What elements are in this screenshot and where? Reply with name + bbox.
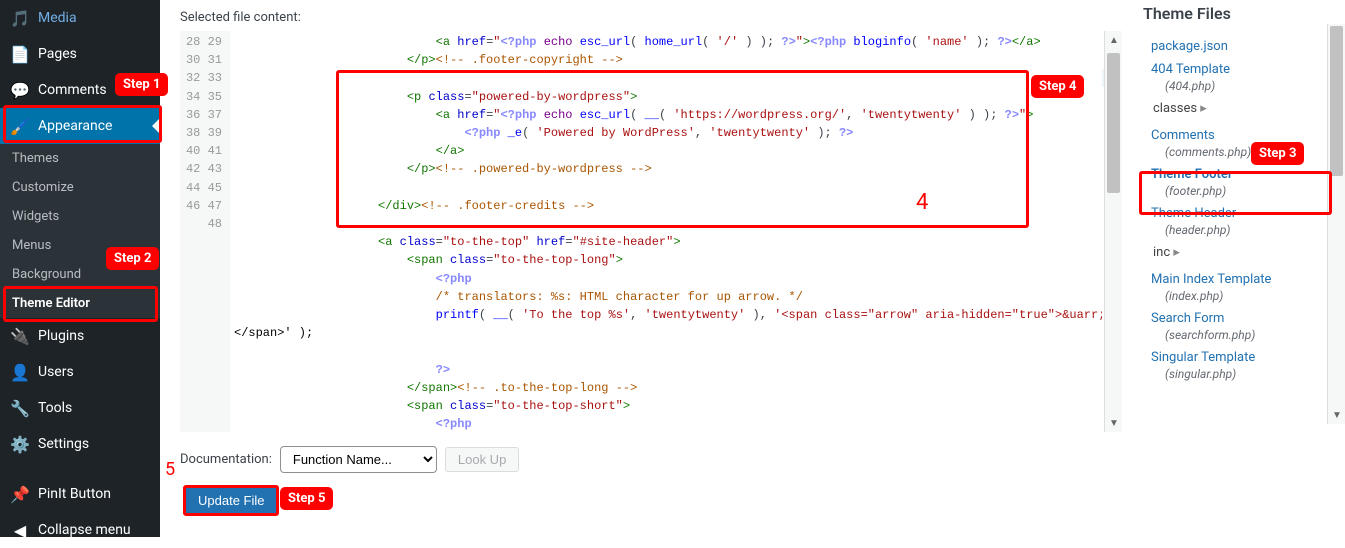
documentation-row: Documentation: Function Name... Look Up: [180, 446, 1115, 473]
editor-scrollbar[interactable]: ▲ ▼: [1104, 31, 1122, 432]
annotation-step5-badge: Step 5: [280, 487, 333, 510]
file-folder[interactable]: classes: [1149, 95, 1345, 122]
sidebar-item-pages[interactable]: 📄 Pages: [0, 36, 160, 72]
annotation-step3-box: [1139, 171, 1332, 215]
sidebar-label: Media: [38, 10, 77, 26]
annotation-step4-badge: Step 4: [1031, 75, 1084, 98]
editor-gutter: 28 29 30 31 32 33 34 35 36 37 38 39 40 4…: [180, 31, 230, 432]
scroll-down-icon[interactable]: ▼: [1105, 414, 1123, 432]
selected-file-label: Selected file content:: [180, 10, 1115, 25]
theme-files-panel: Theme Files package.json404 Template(404…: [1135, 0, 1345, 537]
pages-icon: 📄: [10, 44, 30, 64]
annotation-big-4: 4: [916, 190, 928, 215]
sidebar-collapse[interactable]: ◀ Collapse menu: [0, 512, 160, 548]
file-folder[interactable]: inc: [1149, 239, 1345, 266]
sidebar-label: Pages: [38, 46, 77, 62]
plugins-icon: 🔌: [10, 326, 30, 346]
annotation-step1-box: [3, 105, 162, 143]
pin-icon: 📌: [10, 484, 30, 504]
sidebar-label: Users: [38, 364, 74, 380]
file-item[interactable]: Main Index Template(index.php): [1149, 266, 1345, 305]
sidebar-sub-widgets[interactable]: Widgets: [0, 202, 160, 231]
sidebar-label: Collapse menu: [38, 522, 131, 538]
sidebar-label: Plugins: [38, 328, 84, 344]
scroll-thumb[interactable]: [1107, 53, 1120, 193]
sidebar-item-tools[interactable]: 🔧 Tools: [0, 390, 160, 426]
scroll-thumb[interactable]: [1330, 26, 1343, 176]
lookup-button[interactable]: Look Up: [445, 447, 519, 472]
comments-icon: 💬: [10, 80, 30, 100]
annotation-step2-box: [3, 286, 158, 322]
file-item[interactable]: Singular Template(singular.php): [1149, 344, 1345, 383]
media-icon: 🎵: [10, 8, 30, 28]
sidebar-item-plugins[interactable]: 🔌 Plugins: [0, 318, 160, 354]
sidebar-item-media[interactable]: 🎵 Media: [0, 0, 160, 36]
sidebar-label: Settings: [38, 436, 89, 452]
sidebar-sub-customize[interactable]: Customize: [0, 173, 160, 202]
update-file-button[interactable]: Update File: [183, 485, 279, 516]
sidebar-item-pinit[interactable]: 📌 PinIt Button: [0, 476, 160, 512]
sidebar-sub-themes[interactable]: Themes: [0, 144, 160, 173]
annotation-step3-badge: Step 3: [1251, 142, 1304, 165]
sidebar-label: Comments: [38, 82, 107, 98]
function-name-select[interactable]: Function Name...: [280, 446, 437, 473]
scroll-down-icon[interactable]: ▼: [1328, 406, 1345, 424]
annotation-step2-badge: Step 2: [106, 247, 159, 270]
files-scrollbar[interactable]: ▲ ▼: [1327, 24, 1345, 424]
scroll-up-icon[interactable]: ▲: [1105, 31, 1123, 49]
annotation-num-5: 5: [165, 459, 175, 480]
settings-icon: ⚙️: [10, 434, 30, 454]
sidebar-item-settings[interactable]: ⚙️ Settings: [0, 426, 160, 462]
users-icon: 👤: [10, 362, 30, 382]
sidebar-label: PinIt Button: [38, 486, 111, 502]
file-item[interactable]: Search Form(searchform.php): [1149, 305, 1345, 344]
sidebar-item-users[interactable]: 👤 Users: [0, 354, 160, 390]
tools-icon: 🔧: [10, 398, 30, 418]
file-item[interactable]: Comments(comments.php): [1149, 122, 1345, 161]
file-item[interactable]: 404 Template(404.php): [1149, 56, 1345, 95]
collapse-icon: ◀: [10, 520, 30, 540]
theme-files-title: Theme Files: [1135, 0, 1345, 33]
documentation-label: Documentation:: [180, 452, 272, 467]
file-item[interactable]: package.json: [1149, 33, 1345, 56]
sidebar-label: Tools: [38, 400, 72, 416]
